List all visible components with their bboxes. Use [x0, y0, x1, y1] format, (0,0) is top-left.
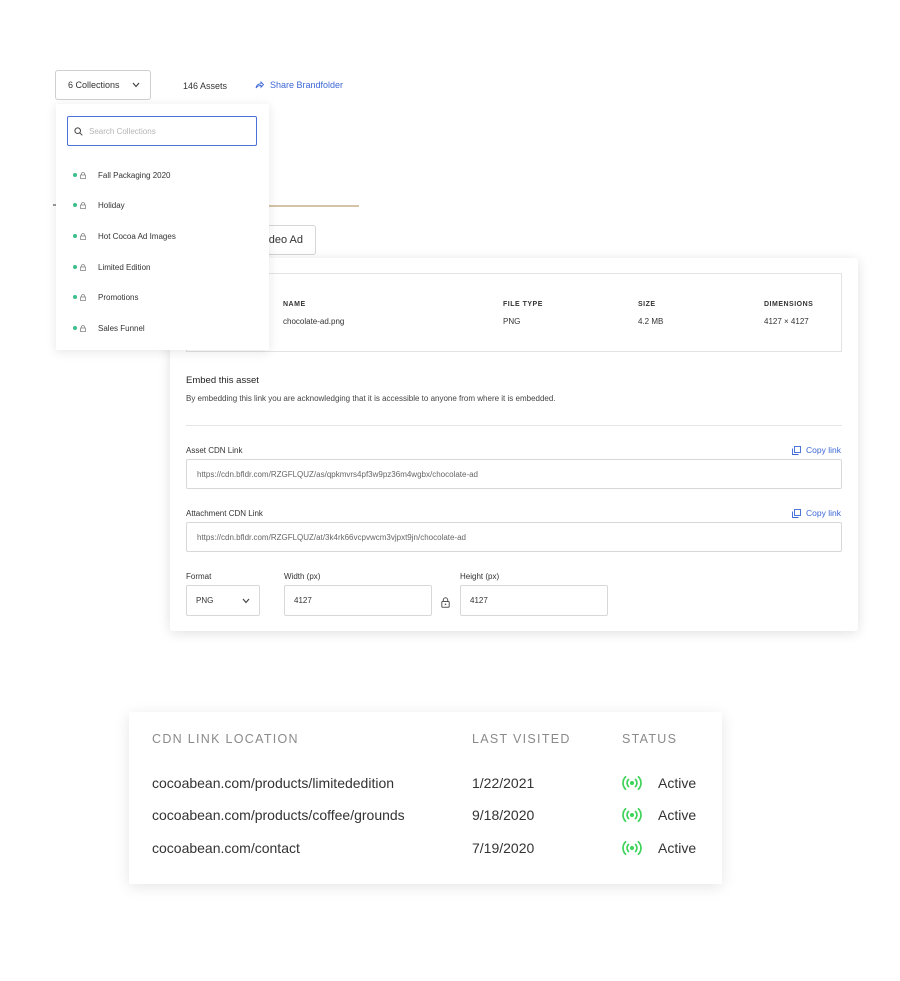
- share-label: Share Brandfolder: [270, 80, 344, 90]
- copy-attachment-link-button[interactable]: Copy link: [792, 508, 841, 518]
- file-type-value: PNG: [503, 317, 521, 326]
- copy-link-label: Copy link: [806, 445, 841, 455]
- copy-icon: [792, 508, 801, 518]
- last-visited-cell: 7/19/2020: [472, 840, 535, 856]
- status-dot: [73, 203, 77, 207]
- lock-icon: [80, 232, 86, 240]
- collection-item[interactable]: Fall Packaging 2020: [73, 165, 263, 185]
- broadcast-icon: [622, 807, 642, 823]
- collection-item[interactable]: Promotions: [73, 287, 263, 307]
- lock-icon: [80, 263, 86, 271]
- chevron-down-icon: [242, 598, 250, 603]
- status-header: STATUS: [622, 732, 678, 746]
- location-cell: cocoabean.com/products/coffee/grounds: [152, 807, 405, 823]
- lock-aspect-ratio-icon[interactable]: [441, 595, 450, 613]
- table-row[interactable]: cocoabean.com/products/coffee/grounds 9/…: [129, 804, 722, 828]
- asset-cdn-label: Asset CDN Link: [186, 446, 243, 455]
- search-collections-box[interactable]: [67, 116, 257, 146]
- attachment-cdn-label: Attachment CDN Link: [186, 509, 263, 518]
- lock-icon: [80, 324, 86, 332]
- last-visited-cell: 1/22/2021: [472, 775, 535, 791]
- collections-label: 6 Collections: [68, 80, 120, 90]
- collection-label: Hot Cocoa Ad Images: [98, 231, 176, 241]
- format-select[interactable]: PNG: [186, 585, 260, 616]
- status-cell: Active: [658, 807, 697, 823]
- status-dot: [73, 295, 77, 299]
- collection-label: Holiday: [98, 200, 125, 210]
- chevron-down-icon: [132, 82, 140, 88]
- height-input[interactable]: [460, 585, 608, 616]
- collection-label: Promotions: [98, 292, 139, 302]
- table-row[interactable]: cocoabean.com/contact 7/19/2020 Active: [129, 837, 722, 861]
- status-dot: [73, 173, 77, 177]
- search-collections-input[interactable]: [89, 126, 249, 136]
- broadcast-icon: [622, 775, 642, 791]
- collection-item[interactable]: Limited Edition: [73, 257, 263, 277]
- copy-link-label: Copy link: [806, 508, 841, 518]
- name-header: NAME: [283, 301, 306, 308]
- width-label: Width (px): [284, 572, 321, 581]
- size-header: SIZE: [638, 301, 656, 308]
- status-dot: [73, 265, 77, 269]
- file-type-header: FILE TYPE: [503, 301, 543, 308]
- broadcast-icon: [622, 840, 642, 856]
- collection-label: Sales Funnel: [98, 323, 145, 333]
- attachment-cdn-url-field[interactable]: [186, 522, 842, 552]
- last-visited-cell: 9/18/2020: [472, 807, 535, 823]
- cdn-link-table: CDN LINK LOCATION LAST VISITED STATUS co…: [129, 712, 722, 884]
- assets-count: 146 Assets: [183, 81, 228, 91]
- search-icon: [74, 126, 83, 136]
- table-row[interactable]: cocoabean.com/products/limitededition 1/…: [129, 772, 722, 796]
- copy-icon: [792, 445, 801, 455]
- location-header: CDN LINK LOCATION: [152, 732, 299, 746]
- asset-info-box: NAME chocolate-ad.png FILE TYPE PNG SIZE…: [186, 273, 842, 352]
- collections-dropdown-button[interactable]: 6 Collections: [55, 70, 151, 100]
- tab-label: ideo Ad: [266, 234, 303, 246]
- status-dot: [73, 234, 77, 238]
- location-cell: cocoabean.com/products/limitededition: [152, 775, 395, 791]
- collections-dropdown-menu: Fall Packaging 2020 Holiday Hot Cocoa Ad…: [56, 104, 269, 350]
- copy-asset-link-button[interactable]: Copy link: [792, 445, 841, 455]
- lock-icon: [80, 293, 86, 301]
- location-cell: cocoabean.com/contact: [152, 840, 300, 856]
- dimensions-header: DIMENSIONS: [764, 301, 814, 308]
- embed-title: Embed this asset: [186, 375, 259, 386]
- lock-icon: [80, 201, 86, 209]
- collection-label: Fall Packaging 2020: [98, 170, 171, 180]
- collection-item[interactable]: Holiday: [73, 195, 263, 215]
- collection-label: Limited Edition: [98, 262, 151, 272]
- divider: [186, 425, 842, 426]
- size-value: 4.2 MB: [638, 317, 664, 326]
- dimensions-value: 4127 × 4127: [764, 317, 809, 326]
- embed-description: By embedding this link you are acknowled…: [186, 394, 556, 403]
- collection-item[interactable]: Hot Cocoa Ad Images: [73, 226, 263, 246]
- share-icon: [255, 81, 264, 89]
- last-visited-header: LAST VISITED: [472, 732, 571, 746]
- status-dot: [73, 326, 77, 330]
- asset-cdn-url-field[interactable]: [186, 459, 842, 489]
- status-cell: Active: [658, 775, 697, 791]
- collection-item[interactable]: Sales Funnel: [73, 318, 263, 338]
- format-label: Format: [186, 572, 212, 581]
- height-label: Height (px): [460, 572, 500, 581]
- active-tab-underline: [255, 205, 359, 207]
- status-cell: Active: [658, 840, 697, 856]
- lock-icon: [80, 171, 86, 179]
- share-brandfolder-link[interactable]: Share Brandfolder: [255, 80, 343, 90]
- width-input[interactable]: [284, 585, 432, 616]
- embed-asset-panel: NAME chocolate-ad.png FILE TYPE PNG SIZE…: [170, 258, 858, 631]
- format-value: PNG: [196, 596, 214, 605]
- asset-name: chocolate-ad.png: [283, 317, 345, 326]
